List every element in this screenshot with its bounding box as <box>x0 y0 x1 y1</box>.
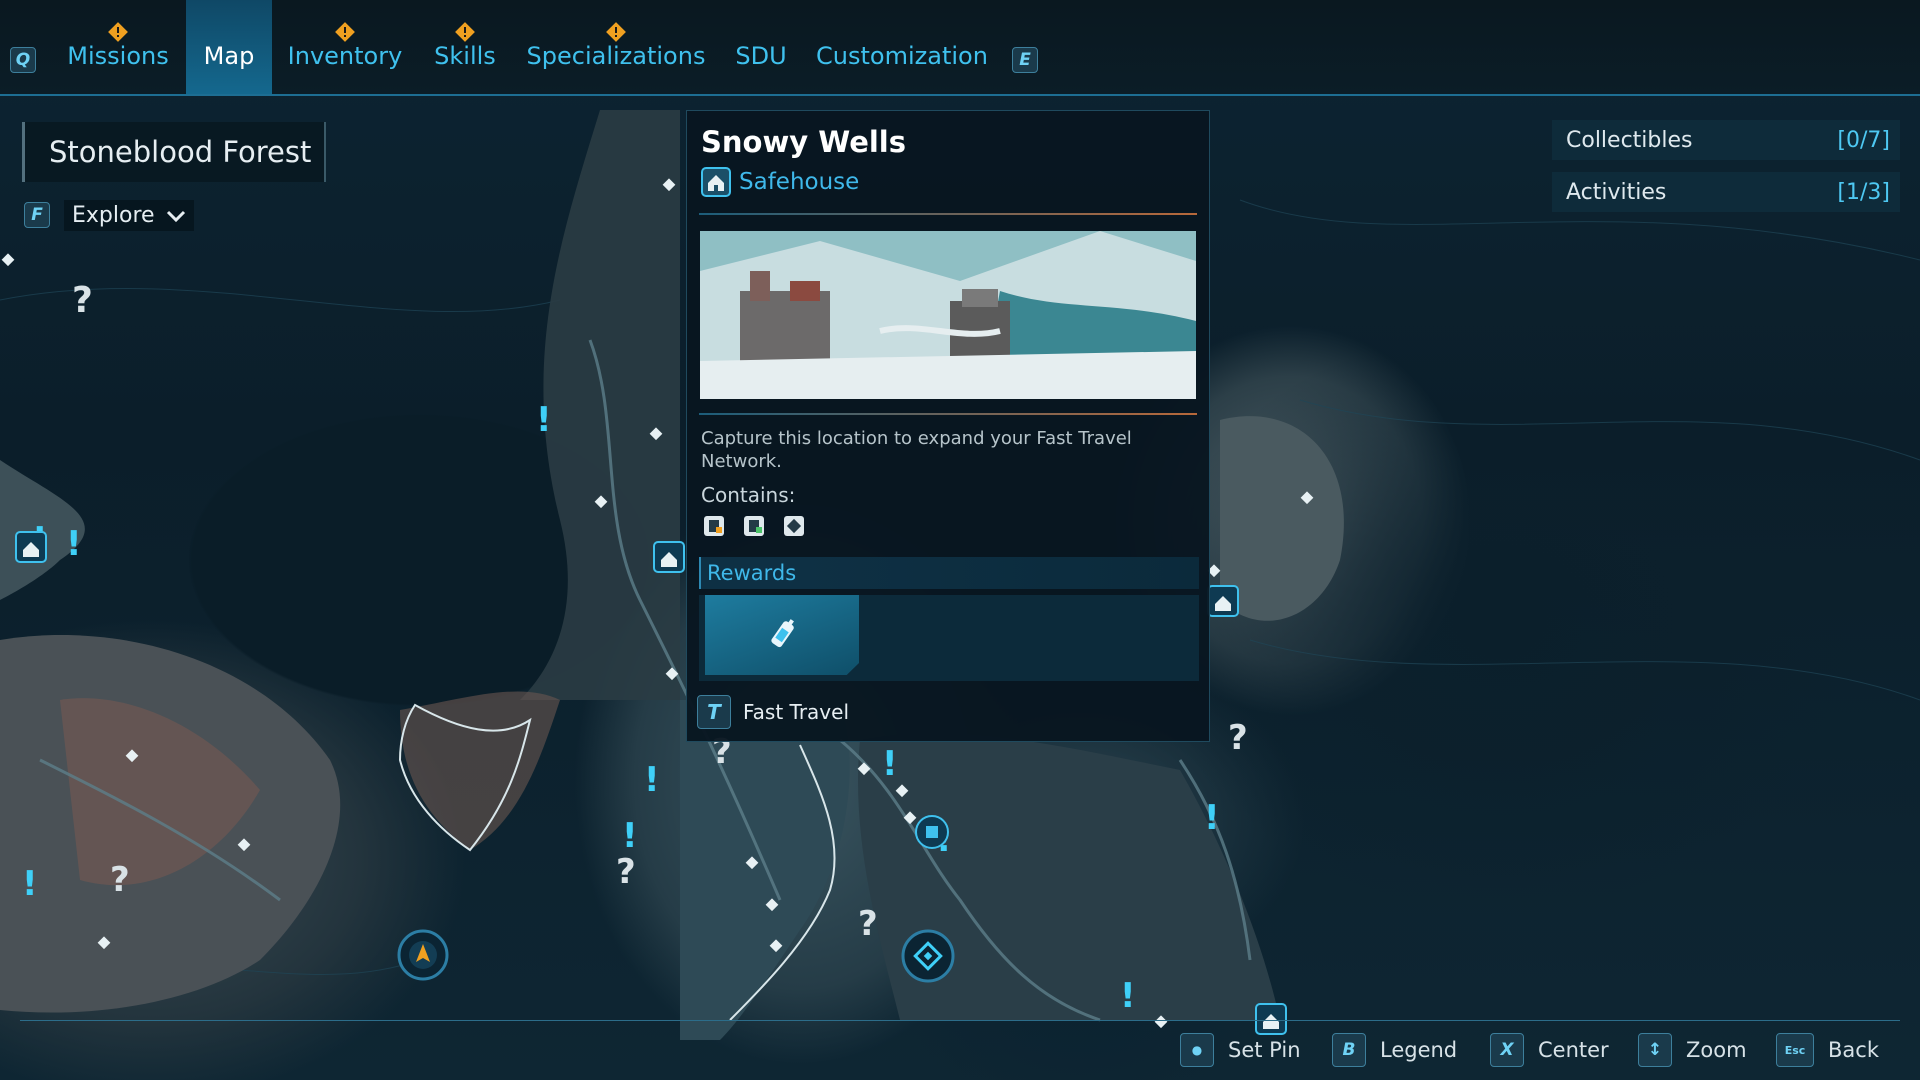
location-preview-image <box>700 231 1196 399</box>
safehouse-map-icon[interactable] <box>1206 584 1240 622</box>
next-tab-key[interactable]: E <box>1012 47 1038 73</box>
location-type: Safehouse <box>701 167 859 197</box>
region-title: Stoneblood Forest <box>22 122 326 182</box>
tab-label: Skills <box>434 42 496 70</box>
tab-map[interactable]: Map <box>186 0 272 94</box>
tab-customization[interactable]: Customization <box>816 0 988 94</box>
tab-label: Specializations <box>526 42 706 70</box>
activity-marker[interactable]: ! <box>622 816 638 856</box>
undiscovered-marker[interactable]: ? <box>616 852 636 892</box>
location-info-card: Snowy Wells Safehouse Capture this locat… <box>686 110 1210 742</box>
undiscovered-marker[interactable]: ? <box>858 904 878 944</box>
tab-sdu[interactable]: SDU <box>726 0 796 94</box>
vendor-icon <box>744 516 764 536</box>
divider <box>699 213 1197 215</box>
zoom-control[interactable]: ↕ Zoom <box>1638 1033 1747 1067</box>
center-control[interactable]: X Center <box>1490 1033 1609 1067</box>
activity-marker[interactable]: ! <box>882 744 898 784</box>
fast-travel-label: Fast Travel <box>743 700 849 724</box>
waypoint-marker-icon[interactable] <box>900 928 956 984</box>
tab-label: Map <box>203 42 255 70</box>
tracker-count: [1/3] <box>1837 179 1890 205</box>
tracker-count: [0/7] <box>1837 127 1890 153</box>
explore-label: Explore <box>64 199 194 231</box>
rewards-header: Rewards <box>699 557 1199 589</box>
region-name: Stoneblood Forest <box>49 135 312 169</box>
center-key: X <box>1490 1033 1524 1067</box>
activity-marker[interactable]: ! <box>644 760 660 800</box>
undiscovered-marker[interactable]: ? <box>1228 718 1248 758</box>
tab-inventory[interactable]: Inventory <box>284 0 406 94</box>
tab-specializations[interactable]: Specializations <box>526 0 706 94</box>
explore-dropdown[interactable]: F Explore <box>24 198 194 232</box>
safehouse-map-icon[interactable] <box>652 540 686 578</box>
divider <box>20 1020 1900 1021</box>
set-pin-control[interactable]: ● Set Pin <box>1180 1033 1301 1067</box>
syringe-icon <box>771 619 794 648</box>
activity-marker[interactable]: ! <box>1120 976 1136 1016</box>
tracker-label: Activities <box>1566 179 1667 205</box>
reward-item[interactable] <box>705 595 859 675</box>
bottom-controls-bar <box>0 1020 1920 1080</box>
activity-marker[interactable]: ! <box>536 400 552 440</box>
control-label: Set Pin <box>1228 1038 1301 1062</box>
control-label: Legend <box>1380 1038 1458 1062</box>
alert-icon <box>335 22 355 42</box>
merchant-icon <box>704 516 724 536</box>
legend-control[interactable]: B Legend <box>1332 1033 1457 1067</box>
control-label: Center <box>1538 1038 1609 1062</box>
collectibles-tracker[interactable]: Collectibles [0/7] <box>1552 120 1900 160</box>
activity-marker[interactable]: ! <box>66 524 82 564</box>
mouse-click-icon: ● <box>1180 1033 1214 1067</box>
legend-key: B <box>1332 1033 1366 1067</box>
contains-label: Contains: <box>701 483 796 507</box>
fast-travel-key: T <box>697 695 731 729</box>
alert-icon <box>606 22 626 42</box>
tab-label: Missions <box>67 42 169 70</box>
tab-skills[interactable]: Skills <box>424 0 506 94</box>
tab-label: Inventory <box>287 42 403 70</box>
player-marker-icon <box>397 929 449 981</box>
chevron-down-icon <box>166 210 185 222</box>
contains-icons <box>701 513 807 539</box>
scroll-wheel-icon: ↕ <box>1638 1033 1672 1067</box>
tab-label: Customization <box>816 42 988 70</box>
safehouse-map-icon[interactable] <box>14 530 48 568</box>
location-description: Capture this location to expand your Fas… <box>701 428 1132 472</box>
chest-icon <box>784 516 804 536</box>
control-label: Back <box>1828 1038 1879 1062</box>
top-nav-bar: Q Missions Map Inventory Skills Speciali… <box>0 0 1920 96</box>
activity-marker[interactable]: ! <box>1204 798 1220 838</box>
location-type-label: Safehouse <box>739 169 860 195</box>
tab-label: SDU <box>735 42 787 70</box>
fast-travel-prompt[interactable]: T Fast Travel <box>697 695 849 729</box>
location-title: Snowy Wells <box>701 125 907 159</box>
esc-key: Esc <box>1776 1033 1814 1067</box>
prev-tab-key[interactable]: Q <box>10 47 36 73</box>
undiscovered-marker[interactable]: ? <box>72 280 93 321</box>
rewards-label: Rewards <box>707 561 797 585</box>
undiscovered-marker[interactable]: ? <box>110 860 130 900</box>
control-label: Zoom <box>1686 1038 1747 1062</box>
safehouse-icon <box>701 167 731 197</box>
alert-icon <box>108 22 128 42</box>
divider <box>699 413 1197 415</box>
alert-icon <box>455 22 475 42</box>
tracker-label: Collectibles <box>1566 127 1693 153</box>
explore-key: F <box>24 202 50 228</box>
back-control[interactable]: Esc Back <box>1776 1033 1879 1067</box>
tab-missions[interactable]: Missions <box>62 0 174 94</box>
activity-marker[interactable]: ! <box>22 864 38 904</box>
activities-tracker[interactable]: Activities [1/3] <box>1552 172 1900 212</box>
outpost-map-icon[interactable] <box>912 812 952 852</box>
